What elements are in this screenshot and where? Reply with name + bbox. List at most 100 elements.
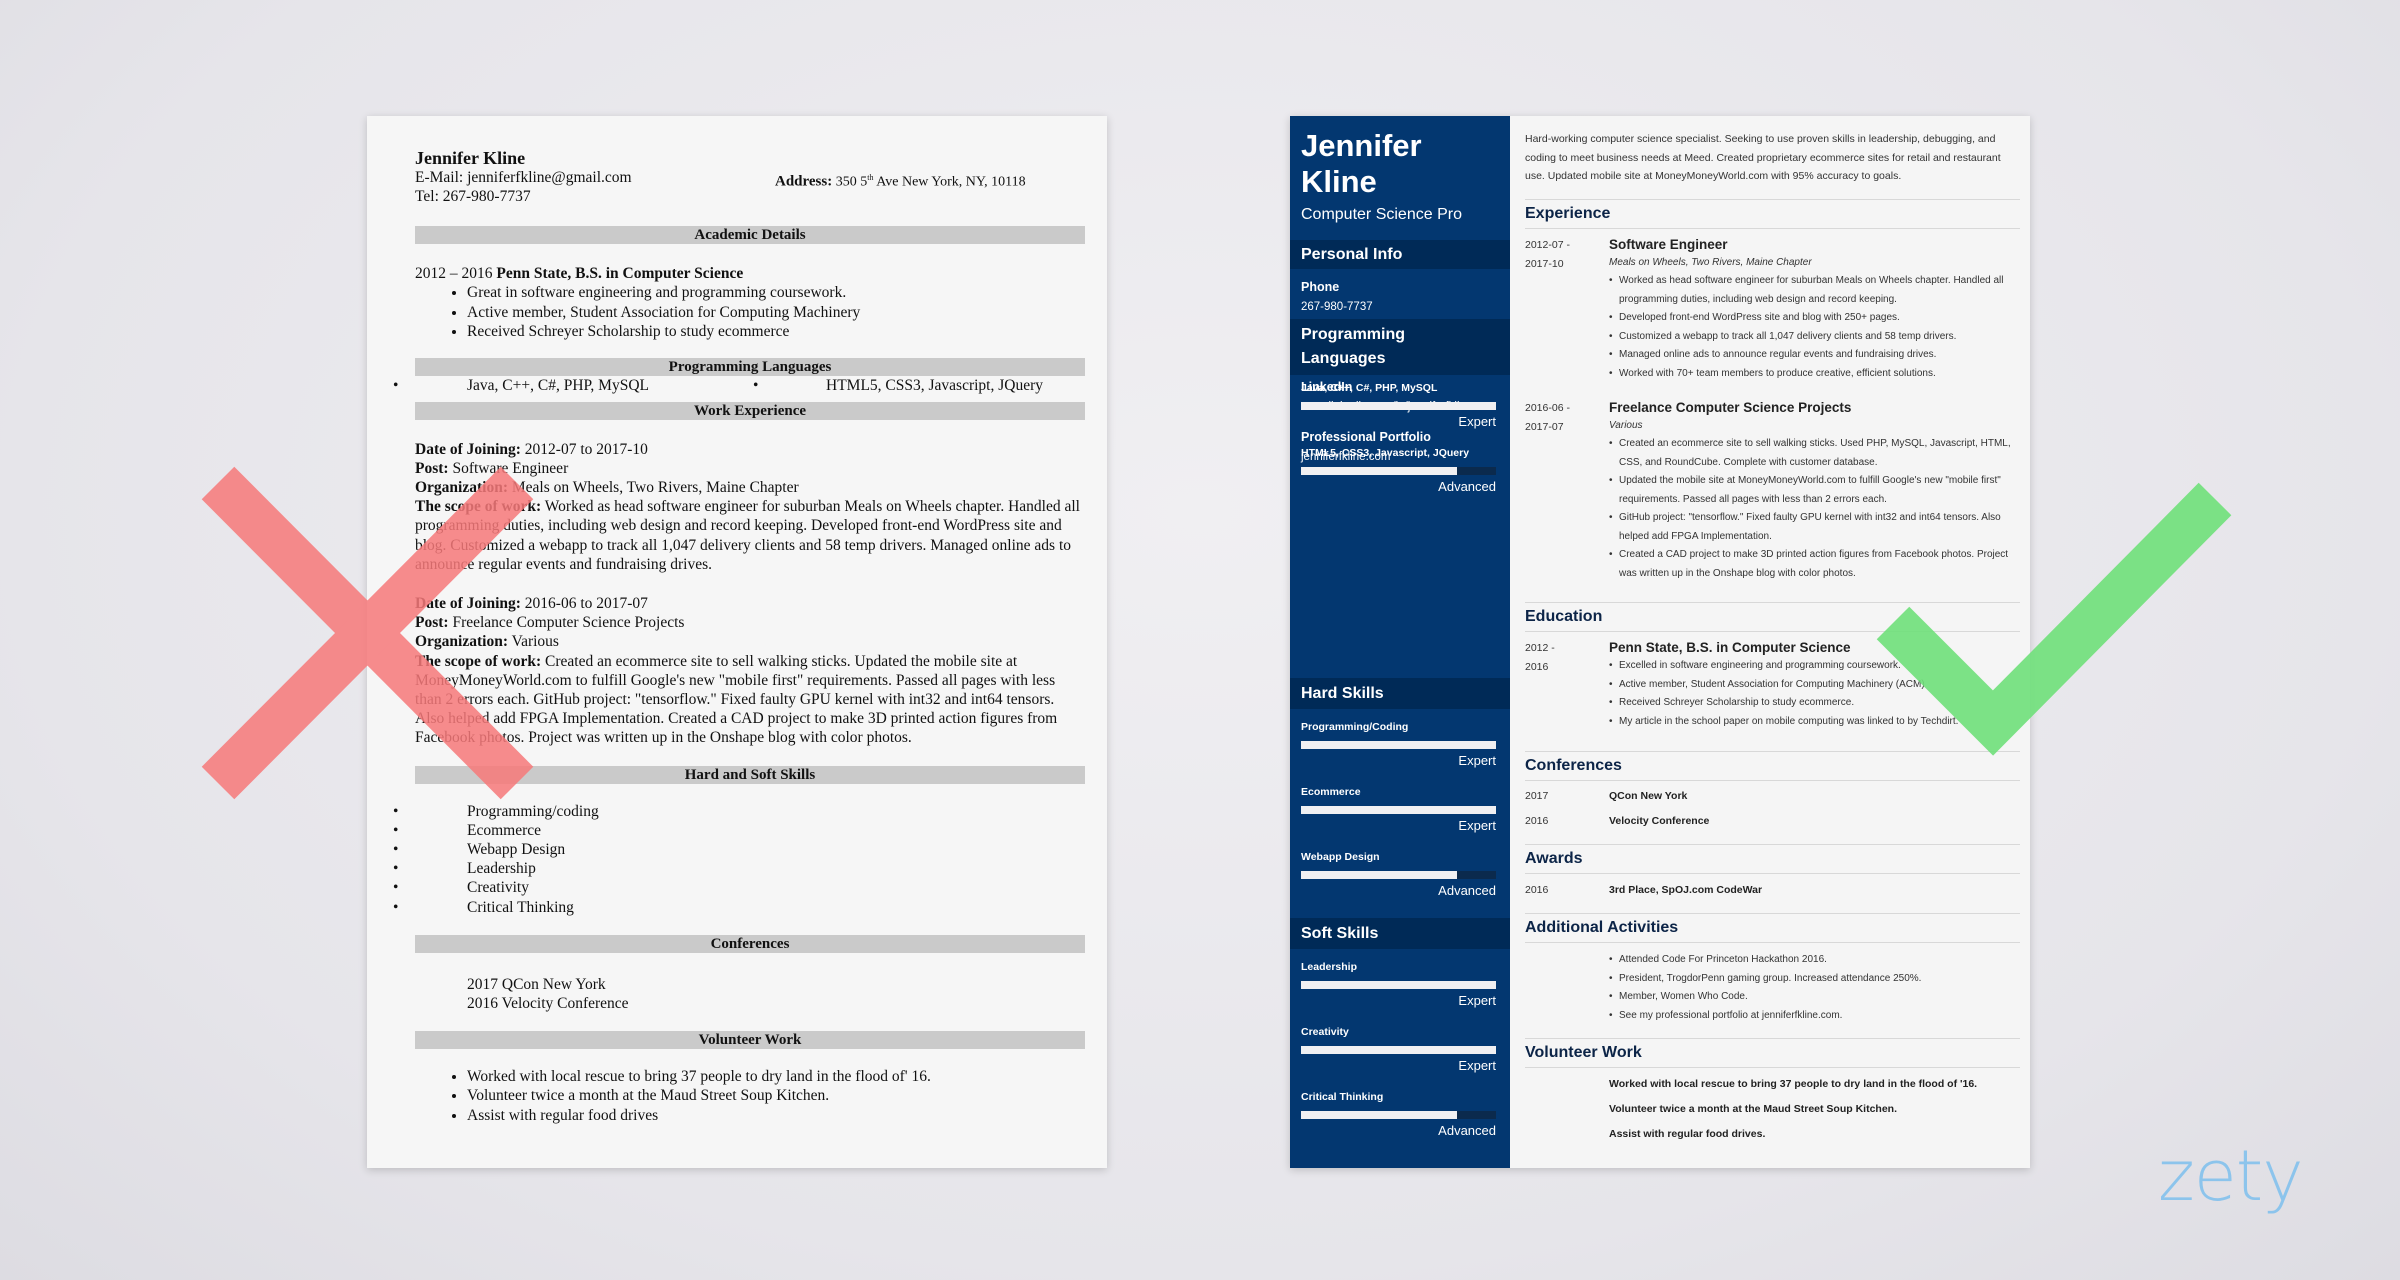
date-end: 2016 bbox=[1525, 661, 1549, 673]
award-name: 3rd Place, SpOJ.com CodeWar bbox=[1609, 884, 1763, 896]
education-bullet: Great in software engineering and progra… bbox=[467, 283, 1085, 303]
bullet: • bbox=[753, 376, 759, 394]
soft-skills-heading: Soft Skills bbox=[1290, 918, 1510, 949]
job-bullets: Worked as head software engineer for sub… bbox=[1609, 272, 2019, 383]
skill-level-fill bbox=[1301, 741, 1496, 749]
job-bullet: Updated the mobile site at MoneyMoneyWor… bbox=[1609, 472, 2019, 509]
conferences-heading: Conferences bbox=[1525, 751, 2020, 781]
skill-item: Ecommerce bbox=[393, 821, 1085, 840]
language-item: HTML5, CSS3, Javascript, JQuery bbox=[826, 376, 1043, 394]
job-org-value: Various bbox=[511, 633, 559, 651]
activities-heading: Additional Activities bbox=[1525, 913, 2020, 943]
education-bullet: Active member, Student Association for C… bbox=[467, 303, 1085, 323]
skill-level-label: Advanced bbox=[1438, 883, 1496, 898]
volunteer-list: Worked with local rescue to bring 37 peo… bbox=[415, 1067, 1085, 1126]
volunteer-item: Worked with local rescue to bring 37 peo… bbox=[467, 1067, 1085, 1087]
section-bar-languages: Programming Languages bbox=[415, 357, 1085, 376]
skill-level-fill bbox=[1301, 1111, 1457, 1119]
skill-level-label: Expert bbox=[1458, 753, 1496, 768]
job-post-value: Software Engineer bbox=[452, 459, 569, 477]
education-bullets: Excelled in software engineering and pro… bbox=[1609, 657, 2019, 731]
job-role: Software Engineer bbox=[1609, 237, 1728, 252]
address-value-post: Ave New York, NY, 10118 bbox=[873, 174, 1026, 190]
section-bar-volunteer: Volunteer Work bbox=[415, 1030, 1085, 1049]
skill-level-fill bbox=[1301, 467, 1457, 475]
skill-level-bar bbox=[1301, 871, 1496, 879]
skill-level-bar bbox=[1301, 1046, 1496, 1054]
education-block: 2012 – 2016 Penn State, B.S. in Computer… bbox=[415, 264, 1085, 342]
education-body: Penn State, B.S. in Computer Science Exc… bbox=[1609, 639, 2019, 731]
job-scope-label: The scope of work: bbox=[415, 652, 542, 670]
section-bar-conferences: Conferences bbox=[415, 934, 1085, 953]
section-bar-academic: Academic Details bbox=[415, 226, 1085, 244]
skill-level-bar bbox=[1301, 806, 1496, 814]
education-bullet: Received Schreyer Scholarship to study e… bbox=[1609, 694, 2019, 713]
activities-body: Attended Code For Princeton Hackathon 20… bbox=[1609, 951, 2019, 1025]
skill-name: Ecommerce bbox=[1301, 786, 1361, 798]
education-bullets: Great in software engineering and progra… bbox=[415, 283, 1085, 342]
skill-level-fill bbox=[1301, 806, 1496, 814]
first-name: Jennifer bbox=[1301, 128, 1422, 163]
conference-item: 2017 QCon New York bbox=[467, 975, 606, 993]
heading-line-2: Languages bbox=[1301, 350, 1386, 367]
volunteer-item: Worked with local rescue to bring 37 peo… bbox=[1609, 1078, 1978, 1090]
education-bullet: My article in the school paper on mobile… bbox=[1609, 713, 2019, 732]
skill-item: Creativity bbox=[393, 878, 1085, 897]
job-scope: The scope of work: Created an ecommerce … bbox=[415, 652, 1085, 748]
skill-level-bar bbox=[1301, 741, 1496, 749]
job-date-value: 2012-07 to 2017-10 bbox=[524, 440, 648, 458]
education-years: 2012 – 2016 bbox=[415, 265, 493, 282]
job-bullet: Managed online ads to announce regular e… bbox=[1609, 346, 2019, 365]
job-date-label: Date of Joining: bbox=[415, 440, 521, 458]
skill-level-bar bbox=[1301, 402, 1496, 410]
address-line: Address: 350 5th Ave New York, NY, 10118 bbox=[775, 168, 1026, 192]
skill-name: Leadership bbox=[1301, 961, 1358, 973]
skill-level-label: Advanced bbox=[1438, 1123, 1496, 1138]
skill-item: Programming/coding bbox=[393, 802, 1085, 821]
job-bullet: Developed front-end WordPress site and b… bbox=[1609, 309, 2019, 328]
job-organization: Meals on Wheels, Two Rivers, Maine Chapt… bbox=[1609, 257, 1812, 268]
job-date-value: 2016-06 to 2017-07 bbox=[524, 594, 648, 612]
skill-name: Java, C++, C#, PHP, MySQL bbox=[1301, 382, 1438, 394]
section-bar-skills: Hard and Soft Skills bbox=[415, 765, 1085, 784]
experience-heading: Experience bbox=[1525, 199, 2020, 229]
date-end: 2017-07 bbox=[1525, 421, 1564, 433]
date-start: 2016-06 - bbox=[1525, 402, 1570, 414]
skill-level-label: Advanced bbox=[1438, 479, 1496, 494]
activity-item: President, TrogdorPenn gaming group. Inc… bbox=[1609, 970, 2019, 989]
contact-value: 267-980-7737 bbox=[1301, 301, 1373, 313]
conference-year: 2017 bbox=[1525, 790, 1549, 802]
activities-list: Attended Code For Princeton Hackathon 20… bbox=[1609, 951, 2019, 1025]
education-degree: Penn State, B.S. in Computer Science bbox=[496, 265, 744, 282]
skill-level-fill bbox=[1301, 871, 1457, 879]
conference-item: 2016 Velocity Conference bbox=[467, 994, 629, 1012]
skill-level-label: Expert bbox=[1458, 993, 1496, 1008]
job-bullet: Customized a webapp to track all 1,047 d… bbox=[1609, 328, 2019, 347]
education-bullet: Excelled in software engineering and pro… bbox=[1609, 657, 2019, 676]
volunteer-heading: Volunteer Work bbox=[1525, 1038, 2020, 1068]
zety-logo: zety bbox=[2158, 1135, 2304, 1217]
job-entry: Date of Joining: 2016-06 to 2017-07 Post:… bbox=[415, 594, 1085, 748]
date-end: 2017-10 bbox=[1525, 258, 1564, 270]
skill-item: Critical Thinking bbox=[393, 898, 1085, 917]
skill-level-bar bbox=[1301, 467, 1496, 475]
conference-name: Velocity Conference bbox=[1609, 815, 1710, 827]
conference-name: QCon New York bbox=[1609, 790, 1688, 802]
education-degree: Penn State, B.S. in Computer Science bbox=[1609, 640, 1851, 655]
summary-text: Hard-working computer science specialist… bbox=[1525, 133, 2001, 183]
job-post-label: Post: bbox=[415, 614, 449, 632]
volunteer-item: Volunteer twice a month at the Maud Stre… bbox=[1609, 1103, 1898, 1115]
award-year: 2016 bbox=[1525, 884, 1549, 896]
job-bullets: Created an ecommerce site to sell walkin… bbox=[1609, 435, 2019, 583]
job-date: Date of Joining: 2016-06 to 2017-07 bbox=[415, 594, 1085, 613]
skill-name: Webapp Design bbox=[1301, 851, 1380, 863]
education-date: 2012 - 2016 bbox=[1525, 639, 1605, 677]
resume-main: Hard-working computer science specialist… bbox=[1510, 116, 2030, 1168]
job-org: Organization: Various bbox=[415, 632, 1085, 651]
section-bar-work: Work Experience bbox=[415, 401, 1085, 420]
conference-year: 2016 bbox=[1525, 815, 1549, 827]
skill-level-label: Expert bbox=[1458, 414, 1496, 429]
awards-heading: Awards bbox=[1525, 844, 2020, 874]
volunteer-item: Assist with regular food drives. bbox=[1609, 1128, 1766, 1140]
experience-body: Software Engineer Meals on Wheels, Two Ri… bbox=[1609, 236, 2019, 383]
